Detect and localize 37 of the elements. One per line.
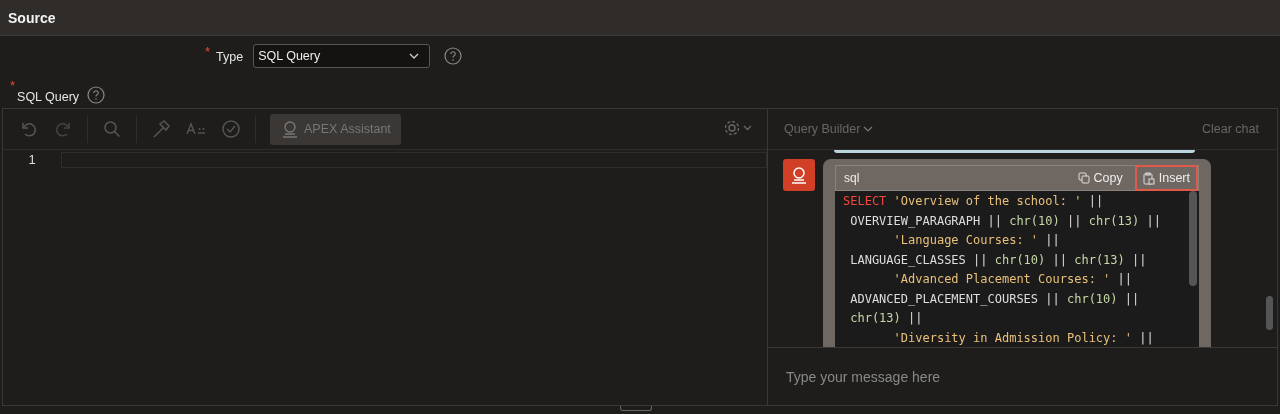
check-circle-icon[interactable] bbox=[221, 119, 241, 139]
resize-handle[interactable] bbox=[620, 406, 652, 411]
code-line: 'Language Courses: ' || bbox=[892, 232, 1061, 249]
chevron-down-icon bbox=[863, 126, 874, 132]
search-icon[interactable] bbox=[102, 119, 122, 139]
copy-button[interactable]: Copy bbox=[1069, 165, 1131, 191]
code-line: 'Advanced Placement Courses: ' || bbox=[892, 271, 1133, 288]
code-language: sql bbox=[844, 171, 860, 185]
clear-chat-button[interactable]: Clear chat bbox=[1202, 122, 1259, 136]
section-title: Source bbox=[8, 9, 56, 26]
code-editor[interactable] bbox=[61, 152, 767, 168]
line-number: 1 bbox=[28, 152, 36, 168]
code-line: SELECT 'Overview of the school: ' || bbox=[843, 193, 1105, 210]
help-icon[interactable] bbox=[444, 47, 463, 65]
hammer-icon[interactable] bbox=[151, 119, 171, 139]
field-label: Type bbox=[216, 50, 244, 64]
type-select[interactable]: SQL Query bbox=[253, 44, 431, 68]
required-mark: * bbox=[10, 78, 16, 93]
scrollbar[interactable] bbox=[1266, 296, 1273, 330]
clipboard-icon bbox=[1142, 171, 1155, 185]
code-line: chr(13) || bbox=[849, 310, 924, 327]
query-builder-dropdown[interactable]: Query Builder bbox=[784, 122, 874, 136]
assistant-avatar-icon bbox=[783, 159, 815, 191]
message-input[interactable]: Type your message here bbox=[784, 367, 1228, 386]
code-line: LANGUAGE_CLASSES || chr(10) || chr(13) || bbox=[849, 251, 1148, 269]
copy-icon bbox=[1077, 172, 1090, 184]
apex-assistant-button[interactable]: APEX Assistant bbox=[270, 113, 401, 145]
help-icon[interactable] bbox=[87, 86, 106, 104]
required-mark: * bbox=[205, 44, 211, 59]
chevron-down-icon bbox=[409, 53, 420, 59]
code-line: ADVANCED_PLACEMENT_COURSES || chr(10) || bbox=[849, 290, 1141, 308]
scrollbar[interactable] bbox=[1189, 191, 1197, 286]
field-label: SQL Query bbox=[17, 90, 80, 104]
insert-button[interactable]: Insert bbox=[1134, 165, 1198, 191]
code-line: 'Diversity in Admission Policy: ' || bbox=[892, 329, 1155, 347]
code-line: OVERVIEW_PARAGRAPH || chr(10) || chr(13) || bbox=[849, 212, 1162, 230]
robot-icon bbox=[280, 119, 300, 139]
